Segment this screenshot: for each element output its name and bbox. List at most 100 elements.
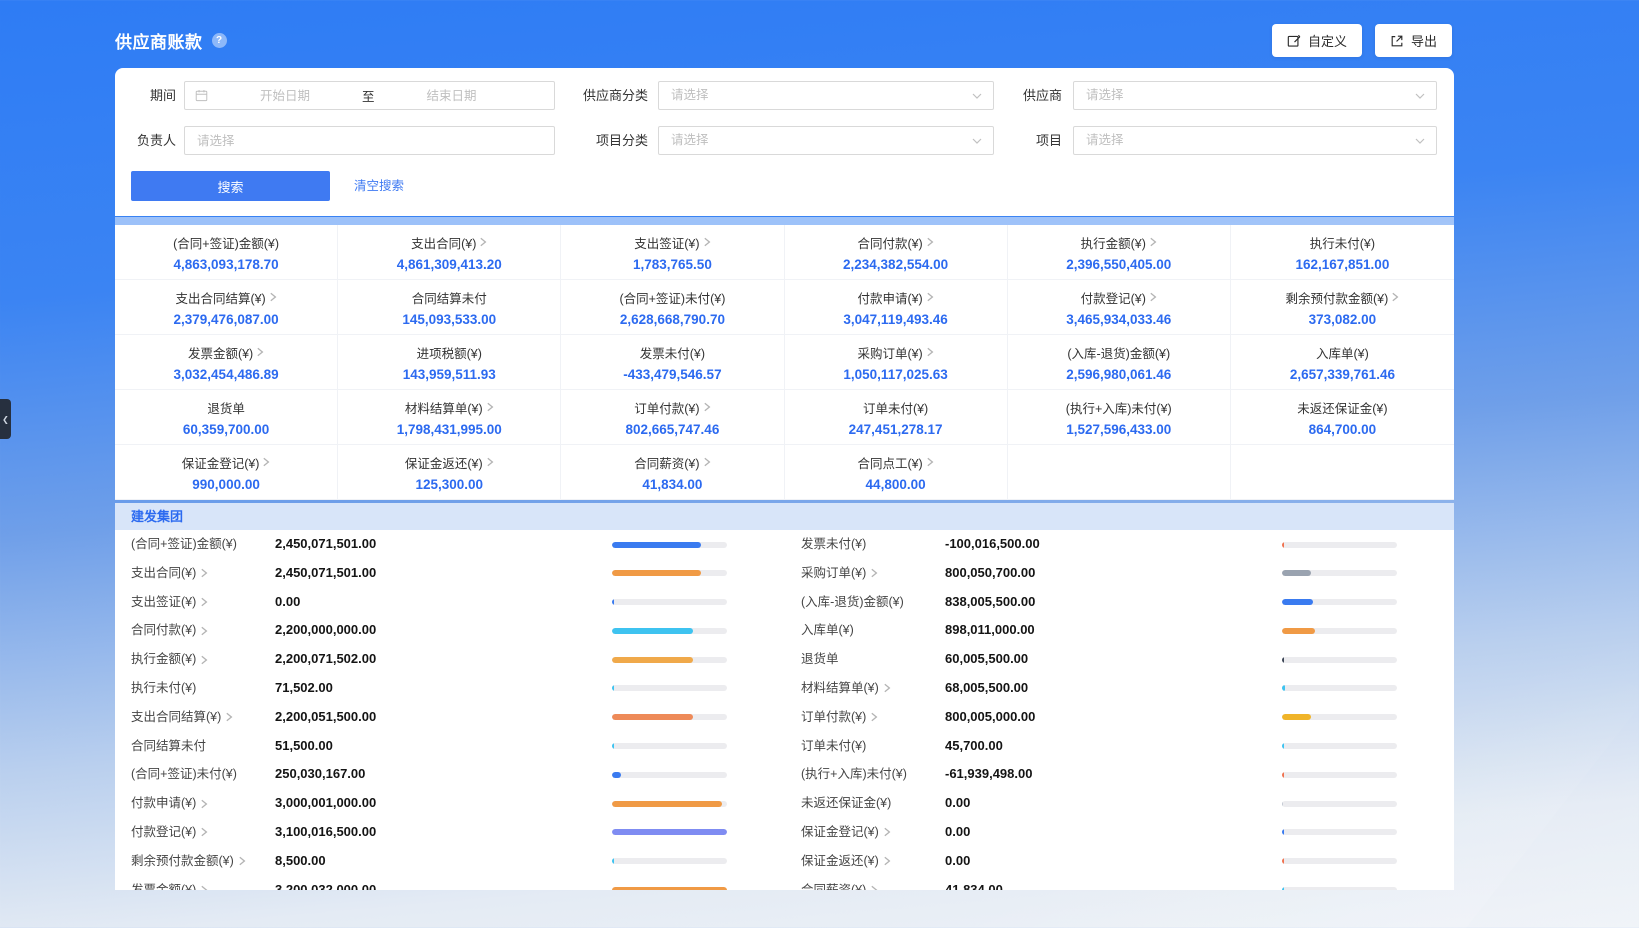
metric-row: (入库-退货)金额(¥) 838,005,500.00 [785,588,1454,617]
chevron-right-icon[interactable] [200,626,208,636]
group-name[interactable]: 建发集团 [115,503,1454,530]
summary-cell[interactable]: 订单付款(¥) 802,665,747.46 [561,390,784,445]
chevron-right-icon[interactable] [703,457,711,467]
customize-button[interactable]: 自定义 [1272,24,1362,57]
chevron-right-icon[interactable] [200,597,208,607]
search-button[interactable]: 搜索 [131,171,330,201]
chevron-right-icon[interactable] [1149,237,1157,247]
summary-cell[interactable]: 保证金返还(¥) 125,300.00 [338,445,561,500]
summary-cell[interactable]: 支出合同(¥) 4,861,309,413.20 [338,225,561,280]
chevron-right-icon[interactable] [926,457,934,467]
summary-cell[interactable]: 订单未付(¥) 247,451,278.17 [785,390,1008,445]
range-separator: 至 [358,86,379,105]
chevron-right-icon[interactable] [479,237,487,247]
summary-cell[interactable]: 支出签证(¥) 1,783,765.50 [561,225,784,280]
metric-bar-fill [1282,628,1315,634]
owner-input-box [184,126,555,155]
summary-cell-label: 发票未付(¥) [640,343,705,362]
metric-row: 订单未付(¥) 45,700.00 [785,732,1454,761]
chevron-right-icon[interactable] [225,712,233,722]
clear-search-link[interactable]: 清空搜索 [354,171,404,201]
help-icon[interactable]: ? [212,33,227,48]
period-label: 期间 [115,81,176,110]
supplier-category-select[interactable]: 请选择 [658,81,994,110]
chevron-right-icon[interactable] [262,457,270,467]
chevron-right-icon[interactable] [883,856,891,866]
summary-cell[interactable]: 保证金登记(¥) 990,000.00 [115,445,338,500]
owner-input[interactable] [185,127,554,154]
export-button[interactable]: 导出 [1375,24,1452,57]
summary-cell[interactable]: 合同付款(¥) 2,234,382,554.00 [785,225,1008,280]
chevron-right-icon[interactable] [703,237,711,247]
metric-row: (合同+签证)金额(¥) 2,450,071,501.00 [115,530,785,559]
project-category-select[interactable]: 请选择 [658,126,994,155]
chevron-right-icon[interactable] [870,885,878,890]
metric-label: 订单未付(¥) [801,732,866,761]
chevron-right-icon[interactable] [703,402,711,412]
chevron-right-icon[interactable] [926,237,934,247]
summary-cell[interactable]: 采购订单(¥) 1,050,117,025.63 [785,335,1008,390]
summary-cell[interactable]: 材料结算单(¥) 1,798,431,995.00 [338,390,561,445]
metric-label: 退货单 [801,645,839,674]
metric-value: 45,700.00 [945,732,1003,761]
summary-cell[interactable]: 支出合同结算(¥) 2,379,476,087.00 [115,280,338,335]
summary-cell[interactable]: 进项税额(¥) 143,959,511.93 [338,335,561,390]
metric-bar [1282,714,1397,720]
metric-label: 合同付款(¥) [131,616,196,645]
side-panel-toggle[interactable]: ❮ [0,399,11,439]
summary-cell[interactable]: 入库单(¥) 2,657,339,761.46 [1231,335,1454,390]
chevron-right-icon[interactable] [883,683,891,693]
supplier-select[interactable]: 请选择 [1073,81,1437,110]
summary-cell-value: 1,527,596,433.00 [1066,422,1171,437]
chevron-right-icon[interactable] [1149,292,1157,302]
chevron-right-icon[interactable] [926,292,934,302]
chevron-right-icon[interactable] [238,856,246,866]
chevron-right-icon[interactable] [883,827,891,837]
summary-cell[interactable]: (合同+签证)金额(¥) 4,863,093,178.70 [115,225,338,280]
chevron-right-icon[interactable] [486,457,494,467]
chevron-right-icon[interactable] [200,799,208,809]
date-range-input[interactable]: 至 [184,81,555,110]
summary-cell[interactable]: 合同点工(¥) 44,800.00 [785,445,1008,500]
summary-cell-label: 合同结算未付 [412,288,487,307]
chevron-right-icon[interactable] [200,655,208,665]
summary-cell[interactable]: 执行未付(¥) 162,167,851.00 [1231,225,1454,280]
summary-cell[interactable]: 付款申请(¥) 3,047,119,493.46 [785,280,1008,335]
summary-cell[interactable]: 付款登记(¥) 3,465,934,033.46 [1008,280,1231,335]
summary-cell[interactable]: 剩余预付款金额(¥) 373,082.00 [1231,280,1454,335]
summary-cell-value: 143,959,511.93 [403,367,496,382]
chevron-right-icon[interactable] [926,347,934,357]
chevron-right-icon[interactable] [200,827,208,837]
metric-row: 合同薪资(¥) 41,834.00 [785,876,1454,890]
end-date-input[interactable] [379,89,525,103]
summary-cell[interactable]: 发票金额(¥) 3,032,454,486.89 [115,335,338,390]
project-select[interactable]: 请选择 [1073,126,1437,155]
metric-value: -61,939,498.00 [945,760,1032,789]
summary-cell[interactable]: 发票未付(¥) -433,479,546.57 [561,335,784,390]
chevron-right-icon[interactable] [200,885,208,890]
chevron-right-icon[interactable] [256,347,264,357]
metric-label: (执行+入库)未付(¥) [801,760,907,789]
summary-cell-label: 付款登记(¥) [1081,288,1146,307]
summary-cell-value: 2,379,476,087.00 [174,312,279,327]
summary-cell[interactable]: 未返还保证金(¥) 864,700.00 [1231,390,1454,445]
metric-value: 3,200,032,000.00 [275,876,376,890]
chevron-right-icon[interactable] [269,292,277,302]
chevron-right-icon[interactable] [870,712,878,722]
chevron-right-icon[interactable] [200,568,208,578]
summary-cell[interactable]: (执行+入库)未付(¥) 1,527,596,433.00 [1008,390,1231,445]
summary-cell[interactable]: (入库-退货)金额(¥) 2,596,980,061.46 [1008,335,1231,390]
summary-cell[interactable]: 执行金额(¥) 2,396,550,405.00 [1008,225,1231,280]
metric-row: 未返还保证金(¥) 0.00 [785,789,1454,818]
summary-cell[interactable]: 合同薪资(¥) 41,834.00 [561,445,784,500]
metric-bar-fill [1282,570,1311,576]
start-date-input[interactable] [212,89,358,103]
summary-cell[interactable]: 退货单 60,359,700.00 [115,390,338,445]
chevron-right-icon[interactable] [870,568,878,578]
select-placeholder: 请选择 [1086,82,1124,109]
chevron-right-icon[interactable] [1391,292,1399,302]
summary-cell[interactable]: (合同+签证)未付(¥) 2,628,668,790.70 [561,280,784,335]
metric-bar-fill [612,714,693,720]
chevron-right-icon[interactable] [486,402,494,412]
summary-cell[interactable]: 合同结算未付 145,093,533.00 [338,280,561,335]
